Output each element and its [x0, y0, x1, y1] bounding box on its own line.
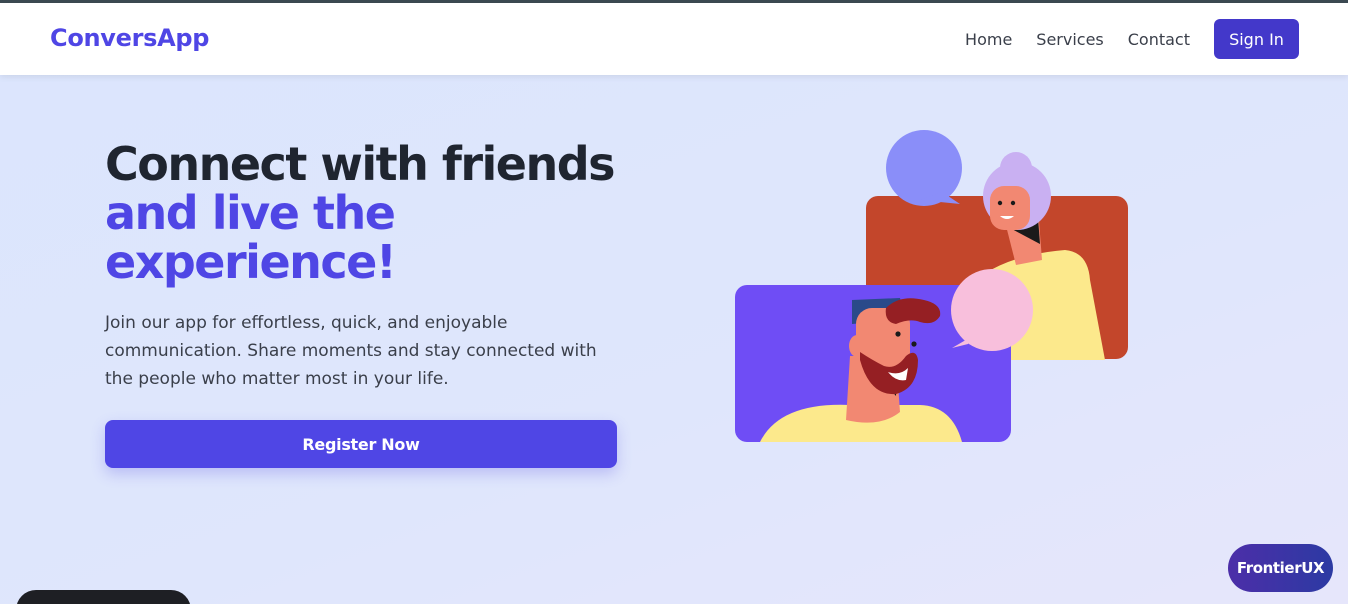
register-now-button[interactable]: Register Now [105, 420, 617, 468]
hero-title: Connect with friends and live the experi… [105, 140, 665, 287]
bottom-toolbar[interactable] [16, 590, 191, 604]
speech-bubble-blue-icon [886, 130, 962, 206]
hero-title-line-2: and live the [105, 186, 396, 240]
sign-in-button[interactable]: Sign In [1214, 19, 1299, 59]
frontierux-badge[interactable]: FrontierUX [1228, 544, 1333, 592]
hero-section: Connect with friends and live the experi… [105, 140, 665, 393]
video-chat-illustration [735, 130, 1128, 442]
nav-link-services[interactable]: Services [1036, 30, 1103, 49]
hero-title-line-1: Connect with friends [105, 137, 616, 191]
nav-link-contact[interactable]: Contact [1128, 30, 1190, 49]
hero-description: Join our app for effortless, quick, and … [105, 313, 597, 389]
nav-link-home[interactable]: Home [965, 30, 1012, 49]
main-nav: Home Services Contact Sign In [965, 19, 1299, 59]
site-header: ConversApp Home Services Contact Sign In [0, 3, 1348, 75]
speech-bubble-pink-icon [951, 269, 1033, 351]
hero-title-line-3: experience! [105, 235, 397, 289]
brand-logo[interactable]: ConversApp [50, 24, 209, 52]
